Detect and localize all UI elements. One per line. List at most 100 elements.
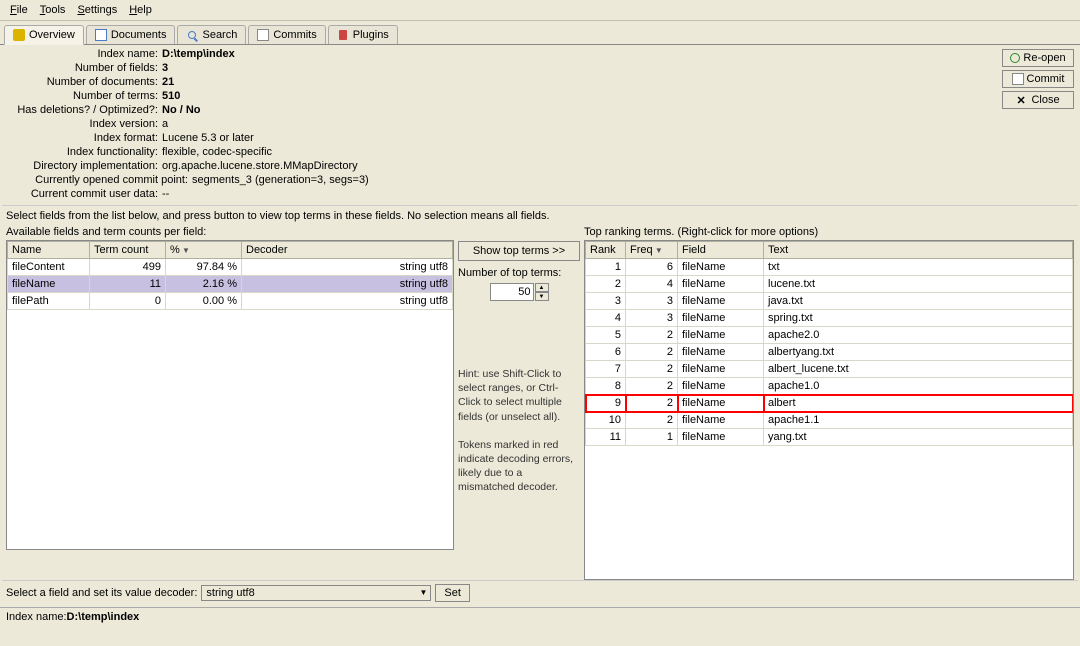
num-terms-label: Number of terms:: [2, 90, 162, 102]
cell-decoder: string utf8: [242, 259, 453, 276]
table-row[interactable]: filePath00.00 %string utf8: [8, 293, 453, 310]
menu-tools[interactable]: Tools: [34, 2, 72, 18]
cell-field: fileName: [678, 344, 764, 361]
tab-label: Commits: [273, 29, 316, 41]
cell-freq: 3: [626, 310, 678, 327]
cell-freq: 6: [626, 259, 678, 276]
plugins-icon: [337, 29, 349, 41]
cell-pct: 97.84 %: [166, 259, 242, 276]
format-label: Index format:: [2, 132, 162, 144]
col-decoder[interactable]: Decoder: [242, 242, 453, 259]
cell-text: apache2.0: [764, 327, 1073, 344]
show-top-terms-button[interactable]: Show top terms >>: [458, 241, 580, 261]
cell-field: fileName: [678, 276, 764, 293]
tab-search[interactable]: Search: [177, 25, 246, 44]
col-text[interactable]: Text: [764, 242, 1073, 259]
cell-text: albert: [764, 395, 1073, 412]
cell-freq: 2: [626, 344, 678, 361]
col-term-count[interactable]: Term count: [90, 242, 166, 259]
fields-table-container: Name Term count % Decoder fileContent499…: [6, 240, 454, 550]
table-row[interactable]: 33fileNamejava.txt: [586, 293, 1073, 310]
cell-field: fileName: [678, 361, 764, 378]
cell-freq: 4: [626, 276, 678, 293]
cell-rank: 11: [586, 429, 626, 446]
cell-text: spring.txt: [764, 310, 1073, 327]
terms-table-container: Rank Freq Field Text 16fileNametxt24file…: [584, 240, 1074, 580]
cell-freq: 2: [626, 361, 678, 378]
cell-count: 0: [90, 293, 166, 310]
col-name[interactable]: Name: [8, 242, 90, 259]
cell-rank: 6: [586, 344, 626, 361]
button-label: Commit: [1027, 73, 1065, 85]
terms-table: Rank Freq Field Text 16fileNametxt24file…: [585, 241, 1073, 446]
set-decoder-button[interactable]: Set: [435, 584, 470, 602]
tab-plugins[interactable]: Plugins: [328, 25, 398, 44]
cell-text: albertyang.txt: [764, 344, 1073, 361]
cell-decoder: string utf8: [242, 293, 453, 310]
table-row[interactable]: 52fileNameapache2.0: [586, 327, 1073, 344]
table-row[interactable]: fileName112.16 %string utf8: [8, 276, 453, 293]
table-row[interactable]: 24fileNamelucene.txt: [586, 276, 1073, 293]
close-button[interactable]: ✕Close: [1002, 91, 1074, 109]
cell-rank: 10: [586, 412, 626, 429]
commit-button[interactable]: Commit: [1002, 70, 1074, 88]
menu-file[interactable]: File: [4, 2, 34, 18]
cell-rank: 8: [586, 378, 626, 395]
tab-commits[interactable]: Commits: [248, 25, 325, 44]
cell-field: fileName: [678, 378, 764, 395]
cell-field: fileName: [678, 327, 764, 344]
table-row[interactable]: 43fileNamespring.txt: [586, 310, 1073, 327]
tab-label: Documents: [111, 29, 167, 41]
dir-impl-value: org.apache.lucene.store.MMapDirectory: [162, 160, 358, 172]
num-top-terms-input[interactable]: [490, 283, 534, 301]
decoder-select[interactable]: string utf8: [201, 585, 431, 601]
table-row[interactable]: 16fileNametxt: [586, 259, 1073, 276]
num-top-terms-label: Number of top terms:: [458, 267, 580, 279]
num-fields-label: Number of fields:: [2, 62, 162, 74]
instruction-text: Select fields from the list below, and p…: [2, 205, 1078, 224]
tab-documents[interactable]: Documents: [86, 25, 176, 44]
table-row[interactable]: 111fileNameyang.txt: [586, 429, 1073, 446]
tab-overview[interactable]: Overview: [4, 25, 84, 45]
reopen-icon: [1010, 53, 1020, 63]
reopen-button[interactable]: Re-open: [1002, 49, 1074, 67]
decoder-row: Select a field and set its value decoder…: [2, 580, 1078, 605]
num-terms-value: 510: [162, 90, 180, 102]
col-field[interactable]: Field: [678, 242, 764, 259]
spinner-down[interactable]: ▼: [535, 292, 549, 301]
search-icon: [186, 29, 198, 41]
table-row[interactable]: 92fileNamealbert: [586, 395, 1073, 412]
menu-settings[interactable]: Settings: [71, 2, 123, 18]
table-row[interactable]: 72fileNamealbert_lucene.txt: [586, 361, 1073, 378]
status-label: Index name:: [6, 611, 67, 623]
table-row[interactable]: fileContent49997.84 %string utf8: [8, 259, 453, 276]
commit-point-value: segments_3 (generation=3, segs=3): [192, 174, 369, 186]
table-row[interactable]: 62fileNamealbertyang.txt: [586, 344, 1073, 361]
num-docs-value: 21: [162, 76, 174, 88]
table-row[interactable]: 102fileNameapache1.1: [586, 412, 1073, 429]
decoder-label: Select a field and set its value decoder…: [6, 587, 197, 599]
cell-rank: 7: [586, 361, 626, 378]
overview-icon: [13, 29, 25, 41]
cell-text: apache1.1: [764, 412, 1073, 429]
functionality-value: flexible, codec-specific: [162, 146, 272, 158]
fields-title: Available fields and term counts per fie…: [6, 224, 454, 240]
deletions-label: Has deletions? / Optimized?:: [2, 104, 162, 116]
cell-rank: 2: [586, 276, 626, 293]
cell-count: 499: [90, 259, 166, 276]
spinner-up[interactable]: ▲: [535, 283, 549, 292]
col-percent[interactable]: %: [166, 242, 242, 259]
cell-text: yang.txt: [764, 429, 1073, 446]
status-value: D:\temp\index: [67, 611, 140, 623]
cell-count: 11: [90, 276, 166, 293]
cell-freq: 2: [626, 412, 678, 429]
index-name-value: D:\temp\index: [162, 48, 235, 60]
table-row[interactable]: 82fileNameapache1.0: [586, 378, 1073, 395]
col-rank[interactable]: Rank: [586, 242, 626, 259]
menu-help[interactable]: Help: [123, 2, 158, 18]
dir-impl-label: Directory implementation:: [2, 160, 162, 172]
tab-label: Search: [202, 29, 237, 41]
col-freq[interactable]: Freq: [626, 242, 678, 259]
cell-decoder: string utf8: [242, 276, 453, 293]
decoder-select-value: string utf8: [206, 587, 254, 599]
